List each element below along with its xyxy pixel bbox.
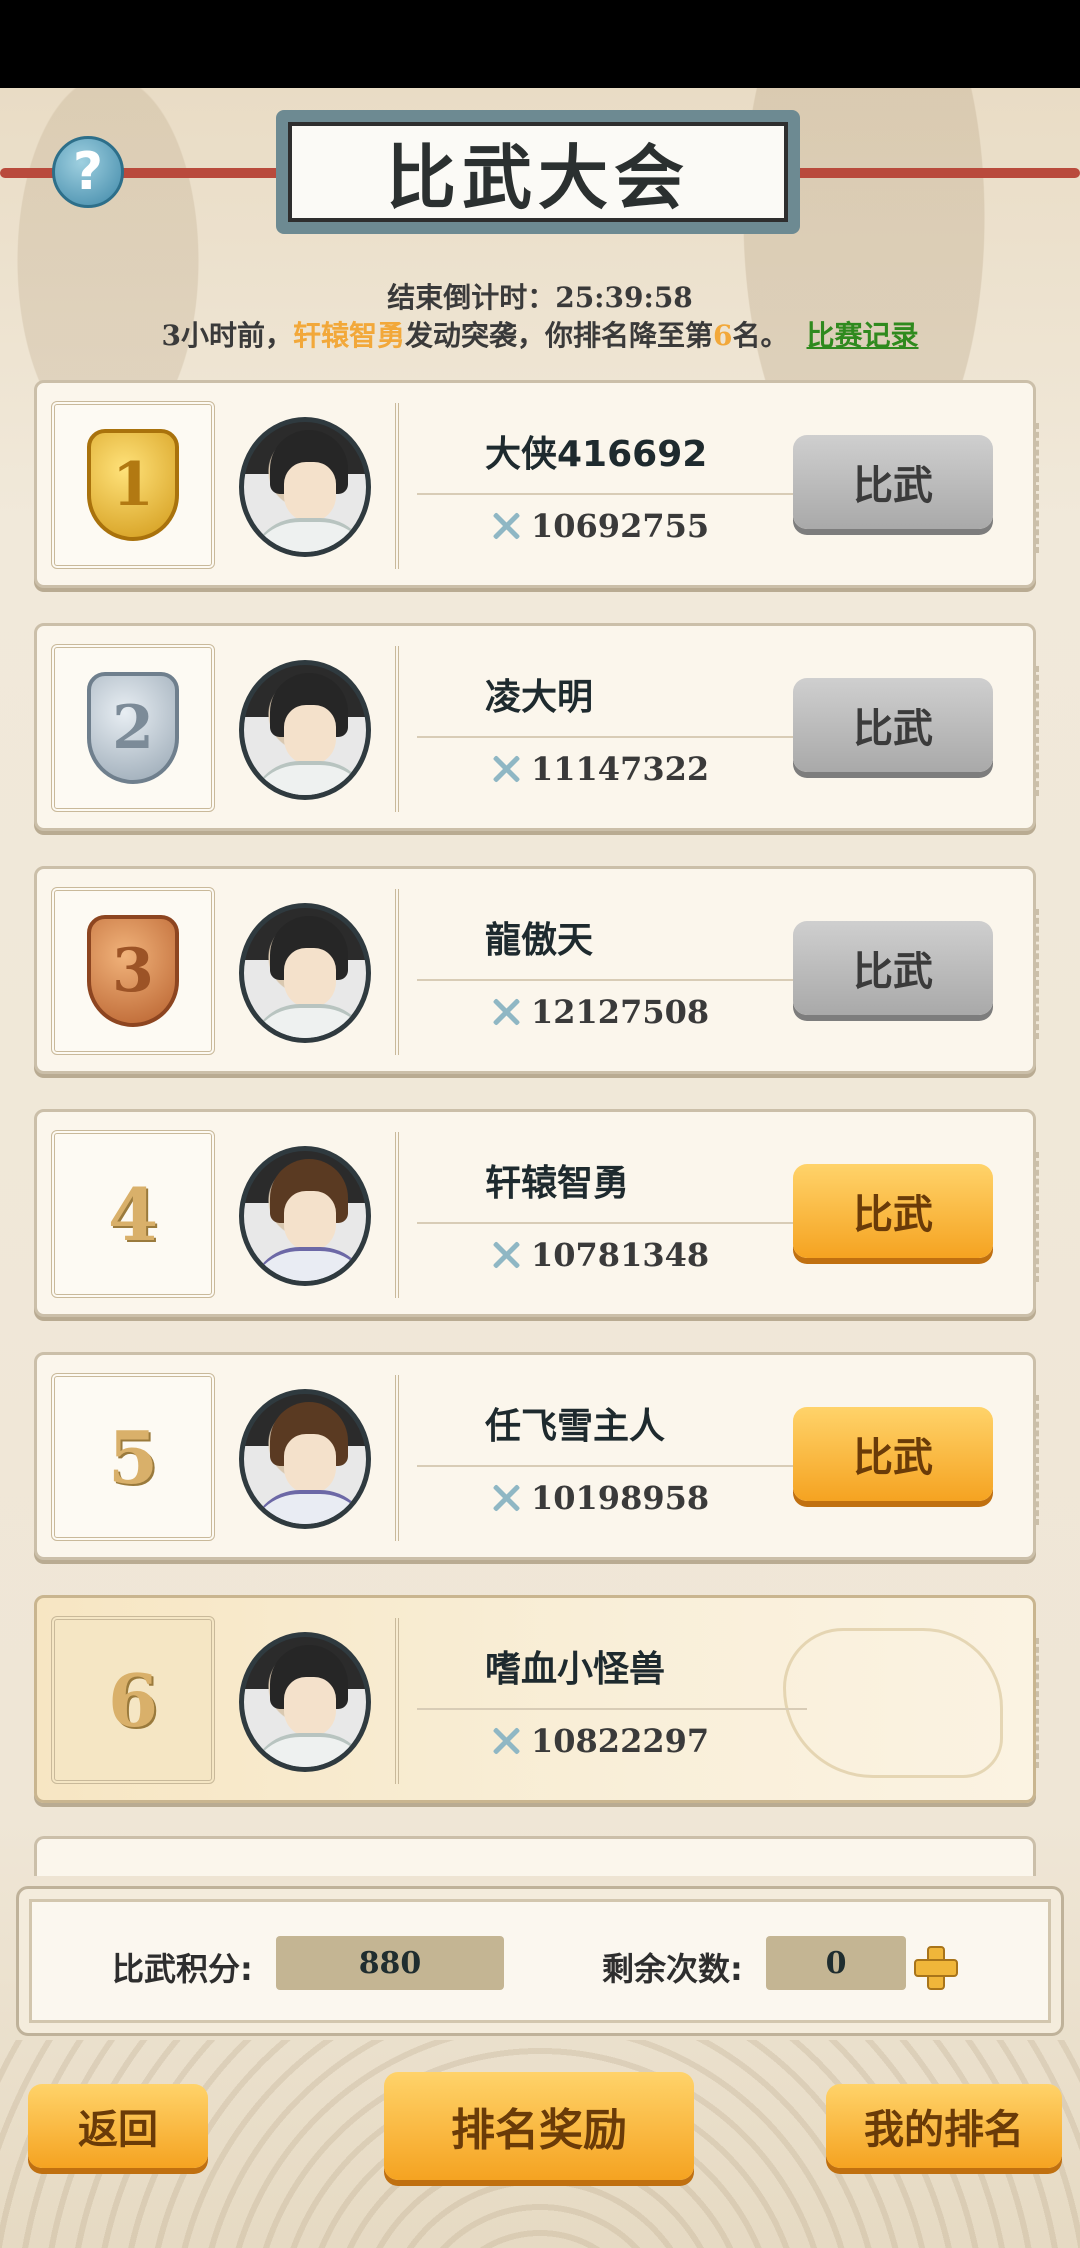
duel-button[interactable]: 比武: [793, 435, 993, 529]
duel-button[interactable]: 比武: [793, 1407, 993, 1501]
rope-left: [0, 168, 290, 178]
rank-box: 4: [51, 1130, 215, 1298]
back-button[interactable]: 返回: [28, 2084, 208, 2168]
divider: [417, 1465, 807, 1467]
avatar: [239, 660, 371, 800]
rank-box: 3: [51, 887, 215, 1055]
crossed-swords-icon: [489, 995, 523, 1029]
player-card-1: 1 大侠416692 10692755 比武: [34, 380, 1039, 588]
remaining-value: 0: [766, 1936, 906, 1990]
notice-suffix: 名。: [732, 319, 789, 352]
combat-power: 10822297: [489, 1722, 709, 1760]
power-value: 12127508: [531, 993, 710, 1031]
player-card-4: 4 轩辕智勇 10781348 比武: [34, 1109, 1039, 1317]
divider: [417, 736, 807, 738]
player-card-2: 2 凌大明 11147322 比武: [34, 623, 1039, 831]
countdown-label: 结束倒计时：: [387, 281, 556, 314]
avatar: [239, 1389, 371, 1529]
rank-box: 1: [51, 401, 215, 569]
plus-icon[interactable]: [914, 1946, 958, 1990]
title-plate: 比武大会: [276, 110, 800, 234]
player-name: 凌大明: [485, 677, 594, 718]
crossed-swords-icon: [489, 1724, 523, 1758]
status-bar: [0, 0, 1080, 88]
avatar: [239, 1146, 371, 1286]
points-label: 比武积分:: [112, 1950, 253, 1988]
divider: [417, 979, 807, 981]
next-card-peek: [34, 1836, 1036, 1876]
combat-power: 10781348: [489, 1236, 709, 1274]
countdown-value: 25:39:58: [555, 281, 693, 314]
power-value: 10822297: [531, 1722, 710, 1760]
duel-button[interactable]: 比武: [793, 678, 993, 772]
bronze-medal-icon: 3: [87, 915, 179, 1027]
crossed-swords-icon: [489, 1238, 523, 1272]
player-card-3: 3 龍傲天 12127508 比武: [34, 866, 1039, 1074]
page-title: 比武大会: [288, 122, 788, 222]
my-rank-button[interactable]: 我的排名: [826, 2084, 1062, 2168]
divider: [417, 493, 807, 495]
rank-box: 2: [51, 644, 215, 812]
notice-prefix: 3小时前，: [161, 319, 293, 352]
avatar: [239, 417, 371, 557]
countdown: 结束倒计时：25:39:58: [0, 276, 1080, 316]
crossed-swords-icon: [489, 752, 523, 786]
rank-number: 4: [107, 1171, 159, 1257]
gold-medal-icon: 1: [87, 429, 179, 541]
combat-power: 10692755: [489, 507, 709, 545]
help-icon[interactable]: ?: [52, 136, 124, 208]
power-value: 10781348: [531, 1236, 710, 1274]
player-card-self: 6 嗜血小怪兽 10822297: [34, 1595, 1039, 1803]
points-value: 880: [276, 1936, 504, 1990]
divider: [417, 1708, 807, 1710]
avatar: [239, 903, 371, 1043]
combat-power: 12127508: [489, 993, 709, 1031]
combat-power: 10198958: [489, 1479, 709, 1517]
rank-notice: 3小时前，轩辕智勇发动突袭，你排名降至第6名。 比赛记录: [0, 314, 1080, 354]
player-name: 轩辕智勇: [485, 1163, 630, 1204]
divider: [417, 1222, 807, 1224]
power-value: 10692755: [531, 507, 710, 545]
notice-attacker: 轩辕智勇: [292, 319, 405, 352]
avatar: [239, 1632, 371, 1772]
combat-power: 11147322: [489, 750, 709, 788]
duel-button[interactable]: 比武: [793, 1164, 993, 1258]
duel-button[interactable]: 比武: [793, 921, 993, 1015]
remaining-label: 剩余次数:: [602, 1950, 743, 1988]
notice-rank: 6: [713, 319, 733, 352]
power-value: 10198958: [531, 1479, 710, 1517]
crossed-swords-icon: [489, 509, 523, 543]
player-name: 任飞雪主人: [485, 1406, 666, 1447]
silver-medal-icon: 2: [87, 672, 179, 784]
rank-number: 6: [107, 1657, 159, 1743]
player-name: 大侠416692: [485, 434, 708, 475]
rank-rewards-button[interactable]: 排名奖励: [384, 2072, 694, 2180]
player-card-5: 5 任飞雪主人 10198958 比武: [34, 1352, 1039, 1560]
rank-box: 5: [51, 1373, 215, 1541]
player-name: 嗜血小怪兽: [485, 1649, 666, 1690]
rank-box: 6: [51, 1616, 215, 1784]
crossed-swords-icon: [489, 1481, 523, 1515]
match-record-link[interactable]: 比赛记录: [807, 319, 919, 352]
help-glyph: ?: [72, 142, 104, 202]
player-name: 龍傲天: [485, 920, 594, 961]
rope-right: [790, 168, 1080, 178]
power-value: 11147322: [531, 750, 710, 788]
rank-number: 5: [107, 1414, 159, 1500]
notice-middle: 发动突袭，你排名降至第: [404, 319, 713, 352]
